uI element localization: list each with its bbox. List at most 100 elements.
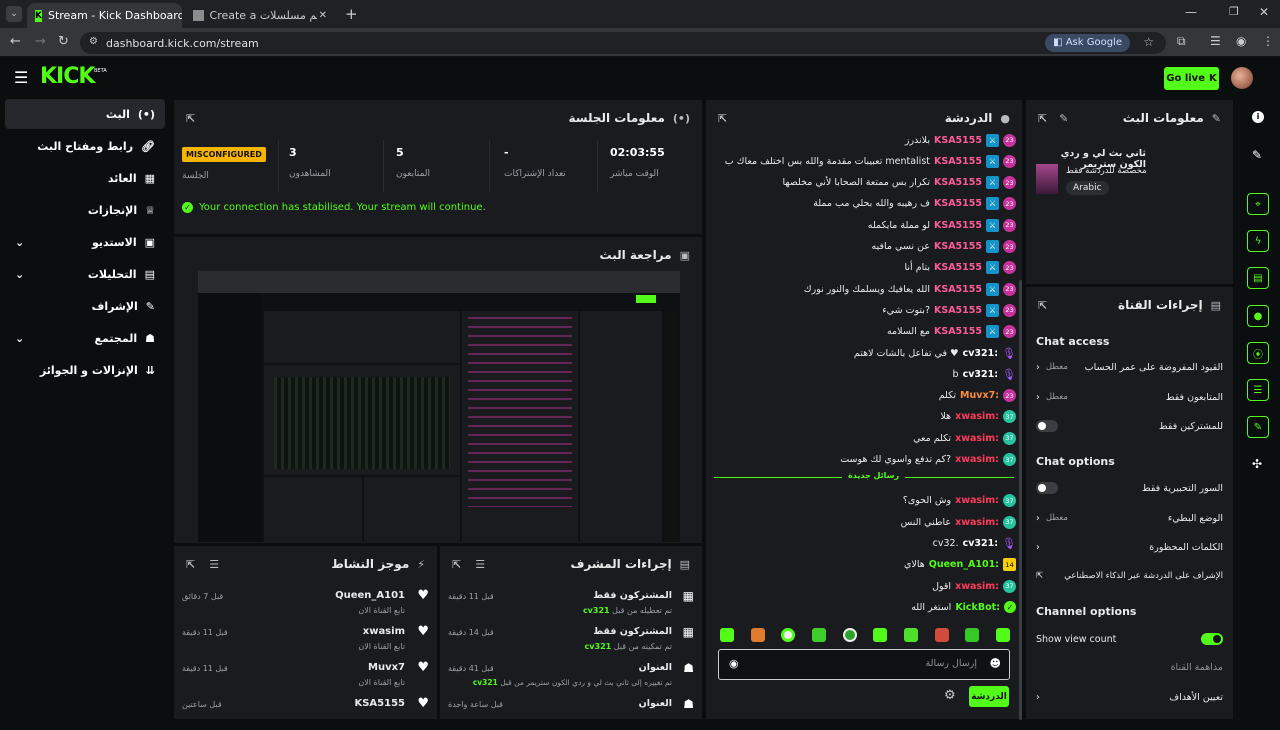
emote-icon[interactable] [842,628,857,642]
category-thumbnail[interactable] [1036,164,1058,194]
chat-username[interactable]: KSA5155 [934,262,982,273]
chat-username[interactable]: KSA5155 [934,305,982,316]
emote-icon[interactable] [995,628,1010,642]
tab-create-tier-list[interactable]: Create a تقييم مسلسلات Tier Li ✕ [185,3,335,28]
chat-username[interactable]: KickBot: [955,602,1000,613]
action-user[interactable]: cv321 [473,678,498,687]
info-icon[interactable]: i [1252,111,1264,123]
popout-icon[interactable]: ⇱ [186,112,195,125]
emote-icon[interactable] [903,628,918,642]
chat-username[interactable]: cv321: [963,348,998,359]
chat-message[interactable]: 23 ⚔ KSA5155 بلاندرز [720,130,1016,150]
chat-message[interactable]: 14 Queen_A101: هالاي [720,555,1016,575]
emote-icon[interactable] [965,628,980,642]
chat-settings-icon[interactable]: ⚙ [944,688,956,703]
chat-username[interactable]: xwasim: [955,454,999,465]
add-widget-icon[interactable]: ✣ [1252,457,1262,471]
setting-row[interactable]: السور التحبيرية فقط [1026,474,1233,502]
pencil-icon[interactable]: ✎ [1252,148,1262,162]
maximize-button[interactable]: ❐ [1229,5,1239,18]
minimize-button[interactable]: — [1185,5,1197,19]
chat-username[interactable]: xwasim: [955,411,999,422]
chat-username[interactable]: KSA5155 [934,220,982,231]
ask-google-button[interactable]: ◧ Ask Google [1045,34,1130,52]
chat-message[interactable]: 23 ⚔ KSA5155 تكرار بس ممتعة الصحابا لأني مخ… [720,173,1016,193]
nav-item-stream[interactable]: (•) البث [5,99,165,129]
filter-icon[interactable]: ☰ [475,558,485,571]
camera-widget-icon[interactable]: ⌖ [1247,193,1269,215]
popout-icon[interactable]: ⇱ [186,558,195,571]
filter-icon[interactable]: ☰ [209,558,219,571]
scrollbar[interactable] [1019,280,1022,720]
list-widget-icon[interactable]: ☰ [1247,379,1269,401]
emote-icon[interactable] [781,628,796,642]
chat-message[interactable]: 23 Muvx7: تكلم [720,386,1016,406]
setting-row[interactable]: الكلمات المحظورة ‹ [1026,533,1233,561]
new-tab-button[interactable]: + [345,5,358,23]
close-tab-icon[interactable]: ✕ [319,10,327,21]
setting-row[interactable]: مداهمة القناة [1026,653,1233,681]
smile-icon[interactable]: ☻ [990,657,1001,670]
setting-row[interactable]: المتابعون فقط معطل ‹ [1026,383,1233,411]
chat-username[interactable]: Muvx7: [960,390,999,401]
emote-icon[interactable] [811,628,826,642]
broadcast-widget-icon[interactable]: ⦿ [1247,342,1269,364]
chat-message[interactable]: 23 ⚔ KSA5155 مع السلامه [720,322,1016,342]
chat-message[interactable]: 23 ⚔ KSA5155 عن نسي مافيه [720,237,1016,257]
chat-message[interactable]: 23 ⚔ KSA5155 mentalist تعبيبات مقدمة والله … [720,151,1016,171]
chat-username[interactable]: KSA5155 [934,241,982,252]
chat-username[interactable]: cv321: [963,538,998,549]
bolt-widget-icon[interactable]: ϟ [1247,230,1269,252]
tab-kick-dashboard[interactable]: K Stream - Kick Dashboard ✕ [27,3,182,28]
chat-message[interactable]: 23 ⚔ KSA5155 ف رهيبه والله بحلي مب مملة [720,194,1016,214]
chat-message[interactable]: 23 ⚔ KSA5155 لو مملة مايكمله [720,215,1016,235]
chat-username[interactable]: xwasim: [955,581,999,592]
bookmark-star-icon[interactable]: ☆ [1143,35,1154,49]
send-chat-button[interactable]: الدردشة [969,686,1009,707]
setting-row[interactable]: الإشراف على الدردشة عبر الذكاء الاصطناعي… [1026,562,1233,590]
chat-username[interactable]: KSA5155 [934,177,982,188]
reload-icon[interactable]: ↻ [58,34,69,49]
back-icon[interactable]: ← [10,34,21,49]
profile-icon[interactable]: ◉ [1236,34,1246,48]
nav-item-achievements[interactable]: ♕ الإنجازات [5,195,165,225]
wrench-widget-icon[interactable]: ✎ [1247,416,1269,438]
chat-message[interactable]: 23 ⚔ KSA5155 الله يعافيك ويسلمك والنور نورك [720,279,1016,299]
extensions-icon[interactable]: ⧉ [1177,34,1186,49]
chat-message[interactable]: 23 ⚔ KSA5155 ?بتوت شيء [720,300,1016,320]
chat-username[interactable]: KSA5155 [934,135,982,146]
tab-list-button[interactable]: ⌄ [6,6,22,22]
emote-icon[interactable] [873,628,888,642]
chat-input-box[interactable]: ☻ إرسال رسالة ◉ [718,649,1010,680]
chat-message-list[interactable]: 23 ⚔ KSA5155 بلاندرز 23 ⚔ KSA5155 mentalist تعب… [706,130,1024,620]
document-widget-icon[interactable]: ▤ [1247,267,1269,289]
chat-message[interactable]: ✓ KickBot: استغر الله [720,597,1016,617]
setting-row[interactable]: القيود المفروضة على عمر الحساب معطل ‹ [1026,353,1233,381]
hamburger-menu-icon[interactable]: ☰ [14,68,28,87]
nav-item-stream-key[interactable]: 🔗︎ رابط ومفتاح البث [5,131,165,161]
site-info-icon[interactable]: ⚙ [89,36,98,47]
chat-username[interactable]: xwasim: [955,517,999,528]
popout-icon[interactable]: ⇱ [452,558,461,571]
chat-message[interactable]: 23 ⚔ KSA5155 بتام أنا [720,258,1016,278]
emote-picker-icon[interactable]: ◉ [729,657,739,670]
language-tag[interactable]: Arabic [1066,181,1109,195]
setting-row[interactable]: Show view count [1026,625,1233,653]
nav-item-moderation[interactable]: ✎ الإشراف [5,291,165,321]
emote-icon[interactable] [934,628,949,642]
reading-list-icon[interactable]: ☰ [1210,34,1221,48]
browser-menu-icon[interactable]: ⋮ [1262,34,1274,48]
setting-row[interactable]: للمشتركين فقط [1026,412,1233,440]
setting-row[interactable]: تعيين الأهداف ‹ [1026,683,1233,711]
show-view-count-toggle[interactable] [1201,633,1223,645]
forward-icon[interactable]: → [35,34,46,49]
popout-icon[interactable]: ⇱ [1038,299,1047,312]
chat-username[interactable]: KSA5155 [934,284,982,295]
chat-message[interactable]: 37 xwasim: هلا [720,407,1016,427]
edit-icon[interactable]: ✎ [1059,112,1068,125]
chat-username[interactable]: KSA5155 [934,198,982,209]
popout-icon[interactable]: ⇱ [1038,112,1047,125]
emote-icon[interactable] [750,628,765,642]
chat-message[interactable]: 37 xwasim: وش الحوى؟ [720,491,1016,511]
user-avatar[interactable] [1231,67,1253,89]
